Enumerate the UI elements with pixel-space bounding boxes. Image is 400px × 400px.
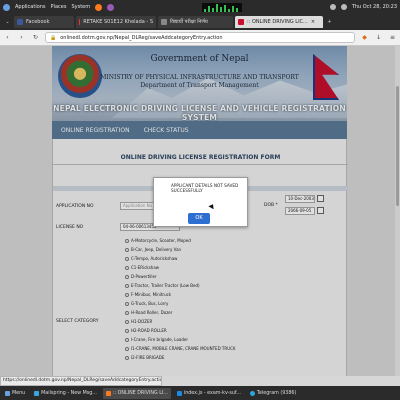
taskbar: Menu Mailspring - New Msg... :: ONLINE D… [0,386,400,400]
downloads-icon[interactable]: ↓ [374,34,383,41]
ok-button[interactable]: OK [188,213,210,224]
mailspring-icon [34,390,40,396]
facebook-icon [17,19,23,25]
applications-menu-icon[interactable] [3,3,10,11]
back-icon[interactable]: ‹ [3,34,12,41]
tab-online-driving-license[interactable]: :: ONLINE DRIVING LIC... × [235,16,323,28]
system-panel: Applications Places System Thu Oct 28, 2… [0,0,400,14]
cpu-usage-graph [201,2,242,12]
app-launcher-icon[interactable] [107,3,115,11]
clock[interactable]: Thu Oct 28, 20:23 [352,4,397,10]
tab-list-icon[interactable]: ⌄ [3,19,12,25]
vscode-icon [176,390,182,396]
firefox-launcher-icon[interactable] [95,3,103,11]
telegram-icon [249,390,255,396]
alert-dialog: APPLICANT DETAILS NOT SAVED SUCCESSFULLY… [153,177,248,227]
address-bar[interactable]: 🔒 onlinedl.dotm.gov.np/Nepal_DLReg/saveA… [45,32,355,43]
forward-icon[interactable]: › [17,34,26,41]
taskbar-driving-license[interactable]: :: ONLINE DRIVING LI... [102,387,171,399]
status-link-preview: https://onlinedl.dotm.gov.np/Nepal_DLReg… [0,376,162,386]
page-icon [161,19,167,25]
alert-message: APPLICANT DETAILS NOT SAVED SUCCESSFULLY [171,183,239,193]
tab-facebook[interactable]: Facebook [14,16,74,28]
taskbar-mailspring[interactable]: Mailspring - New Msg... [31,388,100,399]
navigation-bar: ‹ › ↻ 🔒 onlinedl.dotm.gov.np/Nepal_DLReg… [0,30,400,46]
network-icon[interactable] [329,4,336,10]
menu-icon[interactable]: ≡ [388,34,397,41]
youtube-icon [79,19,81,25]
applications-menu[interactable]: Applications [15,4,46,10]
volume-icon[interactable] [340,4,347,10]
system-menu[interactable]: System [71,4,90,10]
taskbar-menu[interactable]: Menu [2,388,28,399]
firefox-icon [105,390,111,396]
reload-icon[interactable]: ↻ [31,34,40,41]
new-tab-icon[interactable]: + [325,19,334,25]
tab-retake[interactable]: RETAKE S01E12 Khelada - S [76,16,156,28]
places-menu[interactable]: Places [51,4,67,10]
taskbar-vscode[interactable]: index.js - exam-kv-suf... [174,388,244,399]
taskbar-telegram[interactable]: Telegram (9386) [247,388,299,399]
close-tab-icon[interactable]: × [311,19,315,25]
lock-icon: 🔒 [50,34,57,41]
url-text: onlinedl.dotm.gov.np/Nepal_DLReg/saveAdd… [60,34,223,41]
browser-tab-strip: ⌄ Facebook RETAKE S01E12 Khelada - S विद… [0,14,400,30]
nepal-flag-icon [238,19,244,25]
extension-icon[interactable]: ◆ [360,34,369,41]
tab-exam-results[interactable]: विद्यार्थी परीक्षा निर्णय [158,16,233,28]
menu-icon [5,390,10,396]
